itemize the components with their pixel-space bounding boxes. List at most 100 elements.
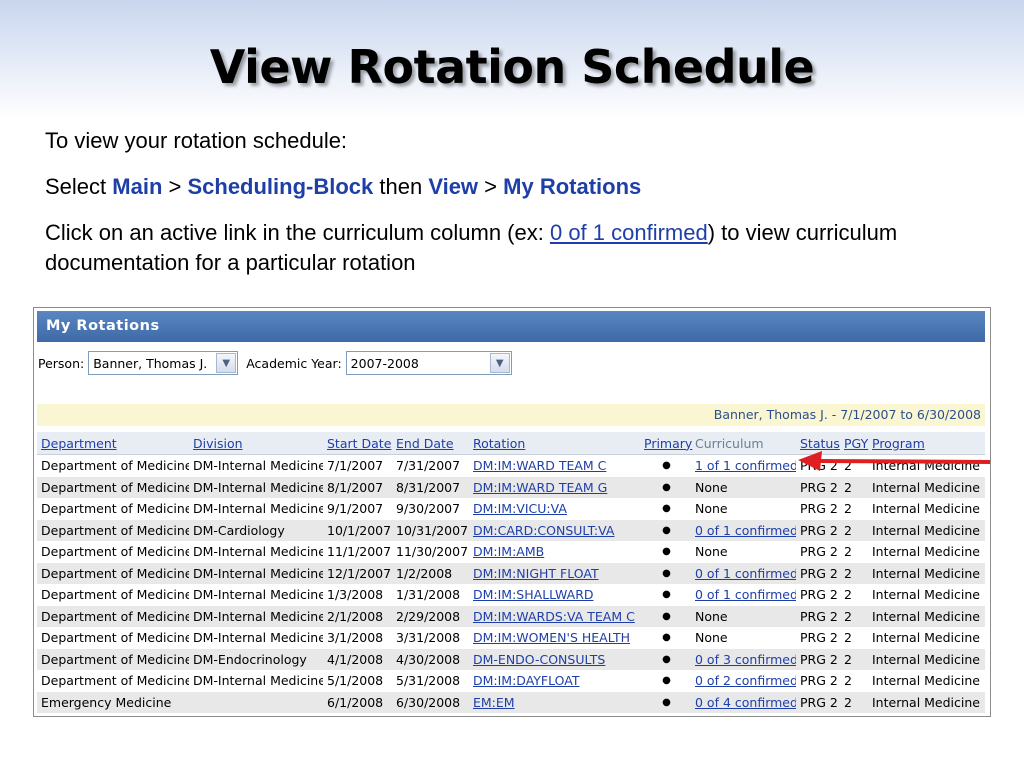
division-cell: DM-Endocrinology — [189, 648, 323, 670]
table-row: Department of Medicine DM-Internal Medici… — [37, 670, 985, 692]
department-cell: Department of Medicine — [37, 519, 189, 541]
pgy-cell: 2 — [840, 541, 868, 563]
person-value: Banner, Thomas J. — [93, 355, 208, 371]
division-cell: DM-Internal Medicine — [189, 670, 323, 692]
start-date-cell: 8/1/2007 — [323, 476, 392, 498]
panel-title: My Rotations — [37, 311, 985, 342]
program-cell: Internal Medicine — [868, 648, 985, 670]
curriculum-link[interactable]: 0 of 4 confirmed — [695, 695, 796, 710]
instruction-line-2: Select Main > Scheduling-Block then View… — [45, 172, 975, 202]
program-cell: Internal Medicine — [868, 670, 985, 692]
person-select[interactable]: Banner, Thomas J. ▼ — [88, 351, 239, 375]
curriculum-link[interactable]: 0 of 1 confirmed — [695, 523, 796, 538]
end-date-cell: 11/30/2007 — [392, 541, 469, 563]
start-date-cell: 5/1/2008 — [323, 670, 392, 692]
text-then: then — [373, 174, 429, 199]
red-arrow-icon — [798, 451, 991, 471]
column-header-department[interactable]: Department — [37, 432, 189, 455]
rotation-link[interactable]: DM:IM:VICU:VA — [473, 501, 567, 516]
rotation-link[interactable]: DM:CARD:CONSULT:VA — [473, 523, 614, 538]
rotation-link[interactable]: DM:IM:WARDS:VA TEAM C — [473, 609, 635, 624]
start-date-cell: 9/1/2007 — [323, 498, 392, 520]
rotation-link[interactable]: DM:IM:WARD TEAM G — [473, 480, 607, 495]
column-header-primary[interactable]: Primary — [640, 432, 692, 455]
primary-indicator: ● — [640, 454, 691, 477]
pgy-cell: 2 — [840, 476, 868, 498]
division-cell: DM-Internal Medicine — [189, 627, 323, 649]
division-cell: DM-Internal Medicine — [189, 541, 323, 563]
department-cell: Department of Medicine — [37, 454, 189, 477]
curriculum-link[interactable]: 0 of 1 confirmed — [695, 587, 796, 602]
department-cell: Department of Medicine — [37, 584, 189, 606]
status-cell: PRG 2 — [796, 498, 840, 520]
start-date-cell: 4/1/2008 — [323, 648, 392, 670]
status-cell: PRG 2 — [796, 476, 840, 498]
department-cell: Department of Medicine — [37, 476, 189, 498]
rotations-table: Department Division Start Date End Date Rota… — [37, 432, 985, 713]
start-date-cell: 7/1/2007 — [323, 454, 392, 477]
end-date-cell: 5/31/2008 — [392, 670, 469, 692]
program-cell: Internal Medicine — [868, 627, 985, 649]
instruction-line-3: Click on an active link in the curriculu… — [45, 218, 975, 278]
rotation-link[interactable]: DM:IM:DAYFLOAT — [473, 673, 579, 688]
instructions: To view your rotation schedule: Select M… — [45, 126, 975, 294]
rotation-link[interactable]: DM:IM:WOMEN'S HEALTH — [473, 630, 630, 645]
rotation-link[interactable]: DM-ENDO-CONSULTS — [473, 652, 605, 667]
status-cell: PRG 2 — [796, 562, 840, 584]
pgy-cell: 2 — [840, 691, 868, 713]
primary-indicator: ● — [640, 476, 691, 498]
end-date-cell: 4/30/2008 — [392, 648, 469, 670]
department-cell: Department of Medicine — [37, 541, 189, 563]
chevron-down-icon[interactable]: ▼ — [489, 353, 510, 373]
table-row: Department of Medicine DM-Endocrinology 4/… — [37, 648, 985, 670]
table-row: Department of Medicine DM-Internal Medici… — [37, 476, 985, 498]
division-cell: DM-Internal Medicine — [189, 584, 323, 606]
curriculum-link[interactable]: 0 of 1 confirmed — [695, 566, 796, 581]
column-header-end-date[interactable]: End Date — [392, 432, 469, 455]
column-header-curriculum: Curriculum — [691, 432, 796, 455]
curriculum-link[interactable]: 0 of 3 confirmed — [695, 652, 796, 667]
end-date-cell: 3/31/2008 — [392, 627, 469, 649]
program-cell: Internal Medicine — [868, 519, 985, 541]
pgy-cell: 2 — [840, 498, 868, 520]
program-cell: Internal Medicine — [868, 562, 985, 584]
academic-year-select[interactable]: 2007-2008 ▼ — [345, 351, 512, 375]
pgy-cell: 2 — [840, 627, 868, 649]
curriculum-link[interactable]: 1 of 1 confirmed — [695, 458, 796, 473]
end-date-cell: 10/31/2007 — [392, 519, 469, 541]
rotation-link[interactable]: DM:IM:AMB — [473, 544, 544, 559]
department-cell: Department of Medicine — [37, 562, 189, 584]
column-header-division[interactable]: Division — [189, 432, 323, 455]
primary-indicator: ● — [640, 605, 691, 627]
table-row: Department of Medicine DM-Internal Medici… — [37, 498, 985, 520]
column-header-rotation[interactable]: Rotation — [469, 432, 640, 455]
primary-indicator: ● — [640, 691, 691, 713]
rotation-link[interactable]: DM:IM:WARD TEAM C — [473, 458, 606, 473]
primary-indicator: ● — [640, 498, 691, 520]
pgy-cell: 2 — [840, 648, 868, 670]
status-cell: PRG 2 — [796, 691, 840, 713]
primary-indicator: ● — [640, 562, 691, 584]
end-date-cell: 2/29/2008 — [392, 605, 469, 627]
example-link[interactable]: 0 of 1 confirmed — [550, 220, 708, 245]
rotation-link[interactable]: DM:IM:SHALLWARD — [473, 587, 594, 602]
rotation-link[interactable]: EM:EM — [473, 695, 515, 710]
curriculum-cell: None — [691, 605, 796, 627]
primary-indicator: ● — [640, 584, 691, 606]
column-header-start-date[interactable]: Start Date — [323, 432, 392, 455]
table-row: Department of Medicine DM-Internal Medici… — [37, 584, 985, 606]
chevron-down-icon[interactable]: ▼ — [216, 353, 237, 373]
pgy-cell: 2 — [840, 670, 868, 692]
status-cell: PRG 2 — [796, 584, 840, 606]
curriculum-cell: None — [691, 498, 796, 520]
start-date-cell: 12/1/2007 — [323, 562, 392, 584]
table-row: Emergency Medicine 6/1/2008 6/30/2008 EM:EM… — [37, 691, 985, 713]
primary-indicator: ● — [640, 519, 691, 541]
start-date-cell: 11/1/2007 — [323, 541, 392, 563]
curriculum-link[interactable]: 0 of 2 confirmed — [695, 673, 796, 688]
curriculum-cell: None — [691, 541, 796, 563]
rotation-link[interactable]: DM:IM:NIGHT FLOAT — [473, 566, 599, 581]
table-row: Department of Medicine DM-Internal Medici… — [37, 562, 985, 584]
status-cell: PRG 2 — [796, 627, 840, 649]
end-date-cell: 8/31/2007 — [392, 476, 469, 498]
